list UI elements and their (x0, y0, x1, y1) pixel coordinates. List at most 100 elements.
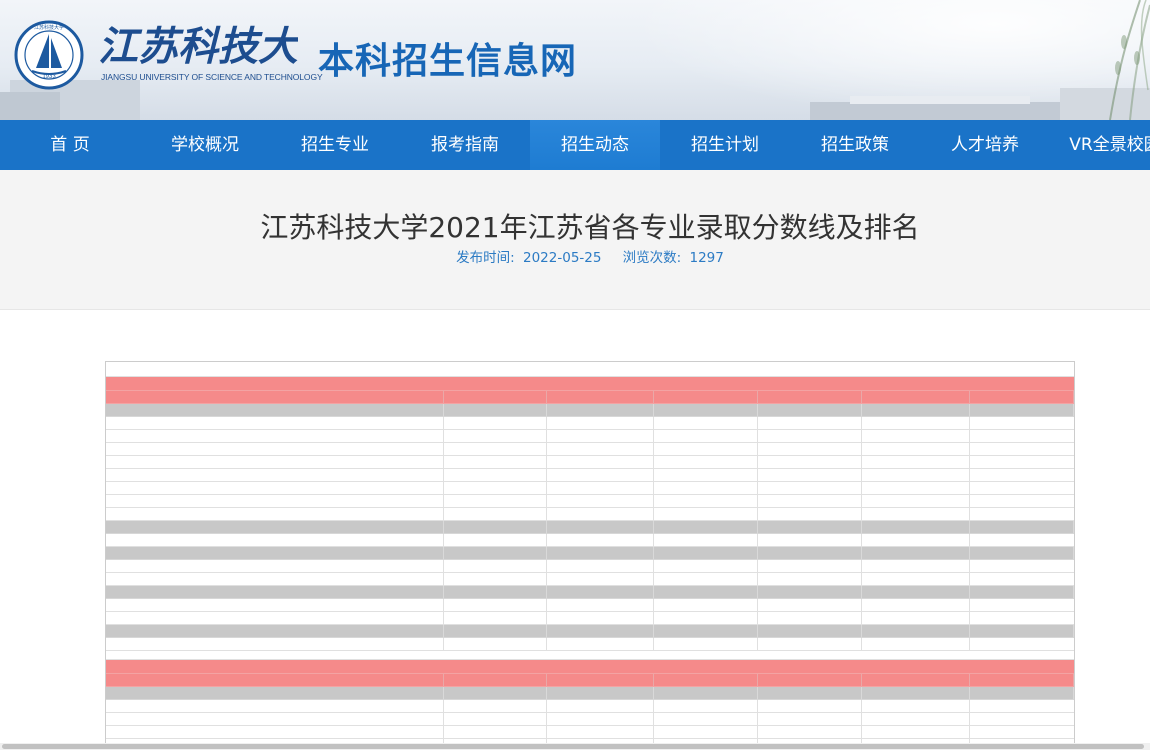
table-cell (444, 521, 547, 533)
table-cell (444, 713, 547, 725)
table-cell (862, 586, 970, 598)
table-cell (106, 469, 444, 481)
university-english-name: JIANGSU UNIVERSITY OF SCIENCE AND TECHNO… (101, 72, 323, 82)
table-cell (970, 713, 1074, 725)
table-cell (970, 599, 1074, 611)
table-cell (758, 674, 862, 686)
table-cell (444, 430, 547, 442)
table-cell (862, 599, 970, 611)
table-cell (970, 495, 1074, 507)
table-cell (547, 547, 654, 559)
table-cell (970, 391, 1074, 403)
table-cell (862, 625, 970, 637)
table-cell (758, 700, 862, 712)
table-group-row (106, 586, 1074, 599)
nav-item-enrollment-plan[interactable]: 招生计划 (660, 120, 790, 170)
table-cell (862, 726, 970, 738)
nav-item-talent-cultivation[interactable]: 人才培养 (920, 120, 1050, 170)
table-cell (106, 430, 444, 442)
university-seal-logo[interactable]: 1933 江苏科技大学 (14, 20, 84, 90)
table-cell (654, 674, 758, 686)
table-cell (444, 443, 547, 455)
table-cell (862, 638, 970, 650)
table-cell (758, 508, 862, 520)
table-cell (970, 521, 1074, 533)
table-cell (970, 508, 1074, 520)
banner-building (0, 92, 60, 120)
table-cell (758, 638, 862, 650)
svg-text:江苏科技大学: 江苏科技大学 (34, 24, 64, 31)
table-cell (654, 726, 758, 738)
table-cell (970, 469, 1074, 481)
table-cell (106, 638, 444, 650)
table-cell (654, 560, 758, 572)
table-cell (547, 573, 654, 585)
table-cell (654, 456, 758, 468)
table-cell (106, 726, 444, 738)
table-cell (970, 612, 1074, 624)
table-cell (547, 687, 654, 699)
nav-item-school-overview[interactable]: 学校概况 (140, 120, 270, 170)
table-cell (106, 456, 444, 468)
table-cell (106, 391, 444, 403)
header-banner: 1933 江苏科技大学 江苏科技大学 JIANGSU UNIVERSITY OF… (0, 0, 1150, 120)
horizontal-scrollbar[interactable] (0, 743, 1150, 750)
table-cell (547, 700, 654, 712)
table-cell (862, 495, 970, 507)
table-cell (444, 625, 547, 637)
site-title[interactable]: 本科招生信息网 (318, 32, 577, 84)
table-cell (444, 547, 547, 559)
table-row (106, 482, 1074, 495)
nav-item-majors[interactable]: 招生专业 (270, 120, 400, 170)
table-cell (106, 443, 444, 455)
table-cell (862, 508, 970, 520)
table-cell (106, 495, 444, 507)
table-cell (758, 534, 862, 546)
table-cell (654, 404, 758, 416)
svg-text:1933: 1933 (42, 74, 56, 80)
table-cell (444, 638, 547, 650)
nav-item-admission-policy[interactable]: 招生政策 (790, 120, 920, 170)
table-cell (654, 430, 758, 442)
table-cell (970, 482, 1074, 494)
nav-item-home[interactable]: 首 页 (0, 120, 140, 170)
table-cell (758, 404, 862, 416)
nav-item-application-guide[interactable]: 报考指南 (400, 120, 530, 170)
table-header-row (106, 674, 1074, 687)
admission-scores-table (105, 361, 1075, 750)
table-cell (970, 443, 1074, 455)
table-row (106, 638, 1074, 651)
table-row (106, 417, 1074, 430)
article-meta: 发布时间: 2022-05-25 浏览次数: 1297 (0, 246, 1150, 266)
table-cell (547, 599, 654, 611)
table-cell (862, 547, 970, 559)
university-calligraphy-logo[interactable]: 江苏科技大学 (98, 18, 298, 70)
table-cell (970, 687, 1074, 699)
table-cell (444, 456, 547, 468)
table-cell (547, 625, 654, 637)
scrollbar-thumb[interactable] (2, 744, 1144, 749)
table-cell (654, 573, 758, 585)
nav-item-admission-news[interactable]: 招生动态 (530, 120, 660, 170)
table-row (106, 573, 1074, 586)
table-cell (970, 560, 1074, 572)
table-row (106, 612, 1074, 625)
table-cell (547, 430, 654, 442)
table-cell (862, 534, 970, 546)
table-cell (758, 713, 862, 725)
table-cell (970, 534, 1074, 546)
willow-branch-decoration (1109, 0, 1150, 120)
table-cell (106, 417, 444, 429)
table-cell (654, 417, 758, 429)
table-cell (654, 687, 758, 699)
table-row (106, 560, 1074, 573)
table-cell (862, 430, 970, 442)
table-group-row (106, 625, 1074, 638)
table-row (106, 508, 1074, 521)
table-cell (758, 456, 862, 468)
table-cell (547, 404, 654, 416)
table-cell (106, 625, 444, 637)
table-cell (654, 443, 758, 455)
table-cell (862, 404, 970, 416)
nav-item-vr-campus[interactable]: VR全景校园 (1050, 120, 1150, 170)
